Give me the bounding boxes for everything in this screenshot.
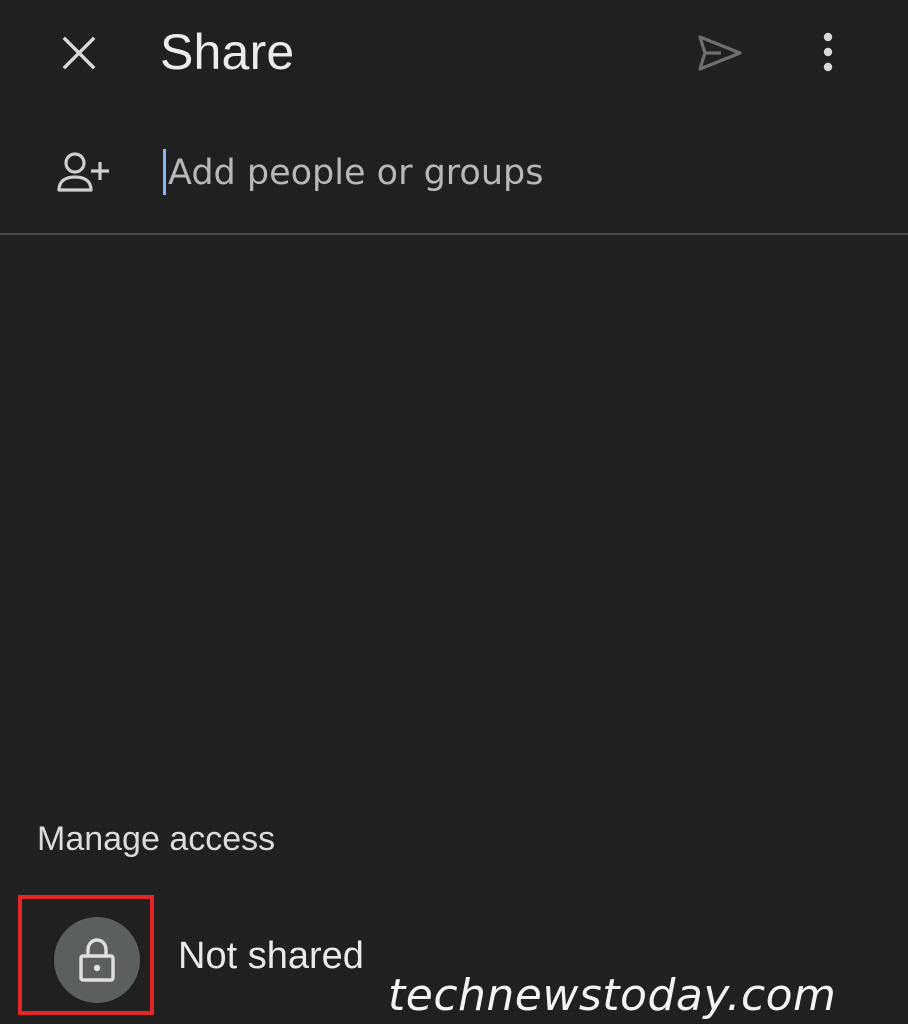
manage-access-heading: Manage access [37,820,276,858]
lock-avatar [54,917,140,1003]
add-people-input[interactable] [166,144,850,202]
divider [0,233,908,235]
lock-icon [79,938,115,982]
send-button[interactable] [694,28,746,78]
access-status-label: Not shared [178,935,364,977]
send-icon [698,35,742,71]
person-add-icon [57,152,109,192]
top-app-bar: Share [0,0,908,104]
close-icon [62,36,96,70]
more-vertical-icon [823,32,833,72]
more-options-button[interactable] [808,26,848,78]
page-title: Share [160,24,295,80]
close-button[interactable] [54,28,104,78]
watermark: technewstoday.com [388,970,837,1021]
add-people-row [0,126,908,226]
